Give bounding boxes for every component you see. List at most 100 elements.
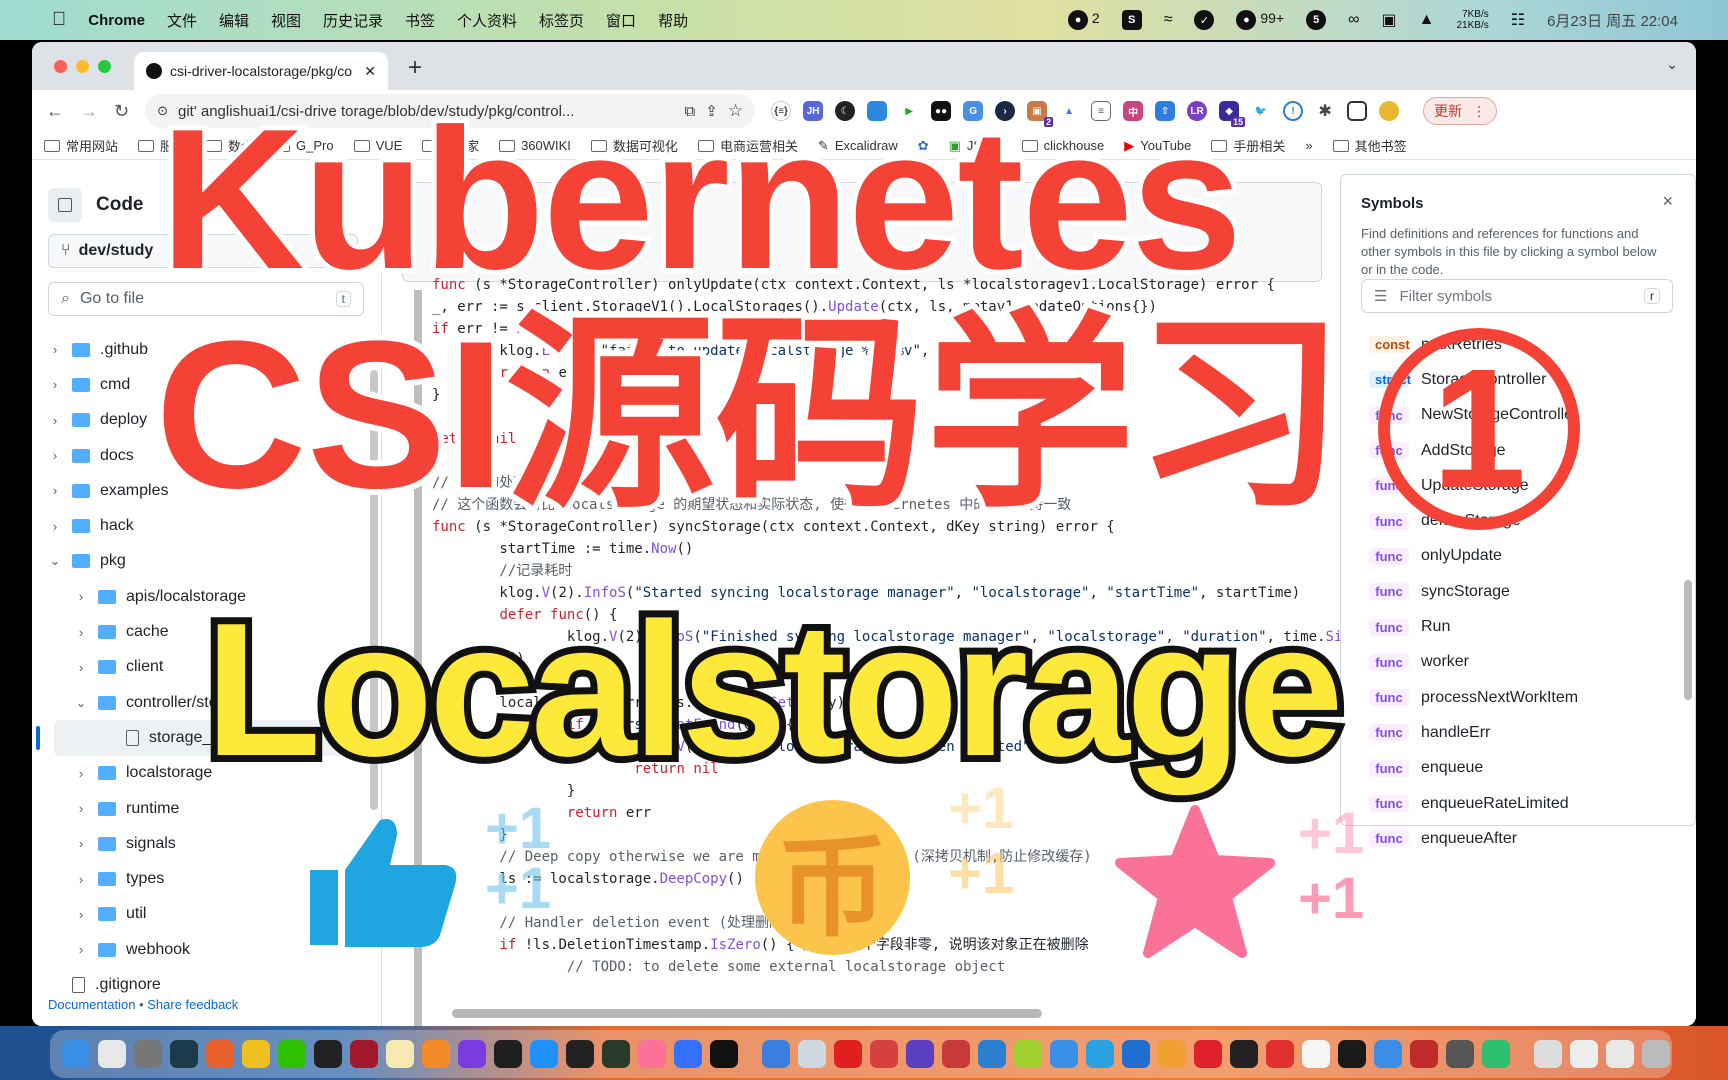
- screen-extension-icon[interactable]: [867, 101, 888, 121]
- symbol-item[interactable]: func onlyUpdate: [1369, 539, 1578, 574]
- bookmark-star-icon[interactable]: ☆: [728, 101, 743, 121]
- close-tab-icon[interactable]: ✕: [364, 63, 376, 80]
- dock-app-qq-mail-icon[interactable]: [762, 1040, 790, 1068]
- dock-app-mi-home-icon[interactable]: [1482, 1040, 1510, 1068]
- close-symbols-icon[interactable]: ×: [1662, 191, 1673, 212]
- bookmark-item[interactable]: ▣ JSON: [949, 138, 1002, 154]
- tree-folder[interactable]: › hack: [32, 508, 372, 543]
- browser-tab[interactable]: csi-driver-localstorage/pkg/co ✕: [134, 52, 388, 90]
- back-icon[interactable]: ←: [46, 101, 64, 122]
- tampermonkey-extension-icon[interactable]: ●●: [931, 101, 952, 121]
- dock-app-bilibili-icon[interactable]: [638, 1040, 666, 1068]
- wifi-icon[interactable]: ≈: [1164, 11, 1173, 29]
- symbol-item[interactable]: const maxRetries: [1369, 327, 1578, 362]
- chevron-right-icon[interactable]: ›: [74, 836, 88, 851]
- menu-window[interactable]: 窗口: [606, 10, 636, 31]
- bookmark-item[interactable]: 360WIKI: [499, 138, 571, 153]
- reload-icon[interactable]: ↻: [114, 101, 129, 122]
- dock-app-window2-icon[interactable]: [1570, 1040, 1598, 1068]
- reader-extension-icon[interactable]: ≡: [1091, 101, 1112, 121]
- dock-app-system-settings-icon[interactable]: [134, 1040, 162, 1068]
- menu-file[interactable]: 文件: [167, 10, 197, 31]
- translate-ca-extension-icon[interactable]: 中: [1123, 101, 1144, 121]
- dock-app-preview-icon[interactable]: [798, 1040, 826, 1068]
- profile-avatar[interactable]: [1379, 101, 1400, 121]
- chevron-right-icon[interactable]: ›: [48, 519, 62, 534]
- bookmark-item[interactable]: 服务: [138, 136, 186, 155]
- close-window-button[interactable]: [54, 60, 67, 73]
- chevron-right-icon[interactable]: ›: [74, 589, 88, 604]
- branch-selector[interactable]: ⑂ dev/study: [48, 234, 358, 268]
- dock-app-finder-icon[interactable]: [62, 1040, 90, 1068]
- cat-icon[interactable]: ▲: [1419, 11, 1435, 29]
- tree-folder[interactable]: › .github: [32, 332, 372, 367]
- filter-symbols-input[interactable]: ☰ Filter symbols r: [1361, 279, 1673, 313]
- tree-folder[interactable]: › client: [32, 650, 372, 685]
- symbol-item[interactable]: func Run: [1369, 609, 1578, 644]
- dock-app-lark-icon[interactable]: [674, 1040, 702, 1068]
- bookmark-item[interactable]: ✿: [918, 138, 929, 154]
- bookmark-item[interactable]: ✎ Excalidraw: [818, 138, 898, 154]
- menu-view[interactable]: 视图: [271, 10, 301, 31]
- open-in-new-icon[interactable]: ⧉: [685, 103, 696, 120]
- tree-folder[interactable]: ⌄ pkg: [32, 544, 372, 579]
- sidebar-scrollbar[interactable]: [370, 370, 378, 810]
- other-bookmarks[interactable]: 其他书签: [1332, 136, 1407, 155]
- symbol-item[interactable]: func handleErr: [1369, 715, 1578, 750]
- menu-bookmarks[interactable]: 书签: [405, 10, 435, 31]
- symbol-item[interactable]: func UpdateStorage: [1369, 468, 1578, 503]
- dock-app-cursor-icon[interactable]: [494, 1040, 522, 1068]
- dock-app-xmind-map-icon[interactable]: [870, 1040, 898, 1068]
- share-icon[interactable]: ⇪: [705, 102, 718, 120]
- menu-app-name[interactable]: Chrome: [88, 12, 145, 29]
- dock-app-iqiyi-icon[interactable]: [1194, 1040, 1222, 1068]
- dock-app-textedit-icon[interactable]: [1302, 1040, 1330, 1068]
- bird-extension-icon[interactable]: 🐦: [1251, 101, 1272, 121]
- bookmark-item[interactable]: 电商运营相关: [697, 136, 798, 155]
- dock-app-netease-music-icon[interactable]: [834, 1040, 862, 1068]
- dock-app-translator-icon[interactable]: [1410, 1040, 1438, 1068]
- menubar-clock[interactable]: 6月23日 周五 22:04: [1547, 10, 1678, 31]
- apple-menu-icon[interactable]: : [52, 9, 66, 31]
- menu-edit[interactable]: 编辑: [219, 10, 249, 31]
- bookmark-item[interactable]: 数仓: [206, 136, 254, 155]
- upload-extension-icon[interactable]: ⇧: [1155, 101, 1176, 121]
- chevron-right-icon[interactable]: ›: [48, 342, 62, 357]
- dock-app-chrome-icon[interactable]: [242, 1040, 270, 1068]
- screen-record-icon[interactable]: ▣: [1382, 10, 1397, 30]
- dock-app-photos-icon[interactable]: [1158, 1040, 1186, 1068]
- chevron-right-icon[interactable]: ›: [74, 766, 88, 781]
- code-horizontal-scrollbar[interactable]: [452, 1009, 1042, 1018]
- forward-icon[interactable]: →: [80, 101, 98, 122]
- symbol-item[interactable]: struct StorageController: [1369, 362, 1578, 397]
- address-url[interactable]: git' anglishuai1/csi-drive torage/blob/d…: [178, 103, 675, 120]
- dock-app-baidu-netdisk-icon[interactable]: [1374, 1040, 1402, 1068]
- dock-app-vs-code-icon[interactable]: [978, 1040, 1006, 1068]
- layers-extension-icon[interactable]: ◆ 15: [1219, 101, 1246, 127]
- dock-app-redisdesktop-icon[interactable]: [350, 1040, 378, 1068]
- new-tab-button[interactable]: +: [408, 54, 422, 82]
- symbol-item[interactable]: func NewStorageController: [1369, 398, 1578, 433]
- page-scrollbar[interactable]: [1684, 580, 1692, 700]
- tree-folder[interactable]: › deploy: [32, 403, 372, 438]
- dock-app-launchpad-icon[interactable]: [98, 1040, 126, 1068]
- tree-folder[interactable]: › localstorage: [32, 756, 372, 791]
- dock-app-edge-dev-icon[interactable]: [1122, 1040, 1150, 1068]
- dock-app-telegram-icon[interactable]: [1086, 1040, 1114, 1068]
- bookmark-item[interactable]: 数据可视化: [590, 136, 678, 155]
- dock-app-xmind-icon[interactable]: [386, 1040, 414, 1068]
- google-translate-extension-icon[interactable]: G: [963, 101, 984, 121]
- dock-app-window1-icon[interactable]: [1534, 1040, 1562, 1068]
- chevron-right-icon[interactable]: ›: [48, 377, 62, 392]
- share-feedback-link[interactable]: Share feedback: [147, 997, 238, 1012]
- jh-extension-icon[interactable]: JH: [803, 101, 824, 121]
- menu-profiles[interactable]: 个人资料: [457, 10, 517, 31]
- cloud-app-icon[interactable]: 5: [1306, 10, 1327, 30]
- sogou-input-icon[interactable]: S: [1121, 10, 1142, 30]
- dock-app-bing-icon[interactable]: [458, 1040, 486, 1068]
- bookmark-item[interactable]: 手册相关: [1211, 136, 1285, 155]
- bookmark-item[interactable]: 360家: [422, 136, 479, 155]
- tree-folder[interactable]: › util: [32, 897, 372, 932]
- menu-history[interactable]: 历史记录: [323, 10, 383, 31]
- chevron-right-icon[interactable]: ›: [48, 413, 62, 428]
